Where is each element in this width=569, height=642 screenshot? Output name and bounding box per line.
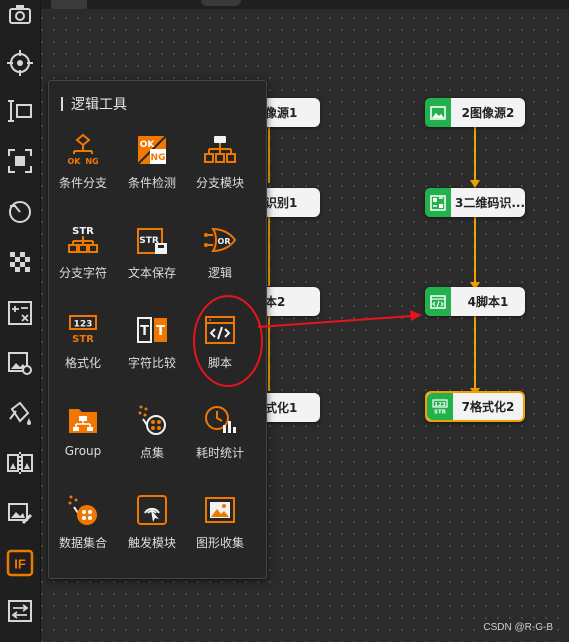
annotation-arrow bbox=[257, 315, 413, 328]
annotation-ellipse bbox=[193, 295, 263, 387]
annotation-arrowhead bbox=[410, 310, 422, 321]
watermark: CSDN @R-G-B bbox=[483, 622, 553, 633]
annotation-overlay bbox=[193, 295, 422, 387]
